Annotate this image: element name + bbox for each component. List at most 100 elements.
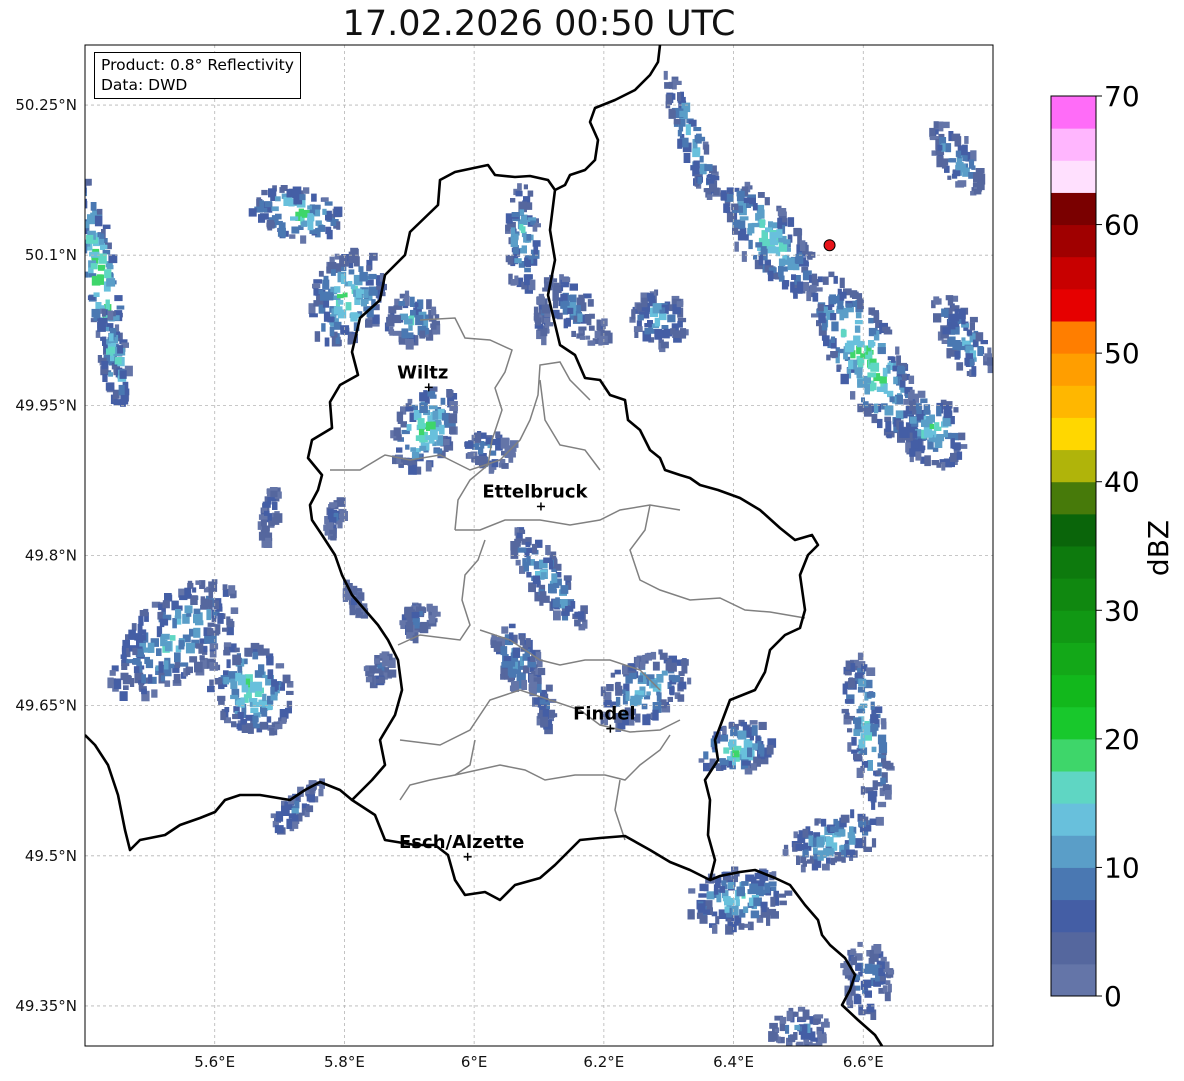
echo-pixel	[262, 519, 267, 527]
echo-pixel	[872, 780, 878, 790]
echo-pixel	[749, 223, 754, 230]
echo-pixel	[519, 634, 524, 641]
echo-pixel	[322, 279, 330, 290]
echo-pixel	[932, 447, 939, 452]
echo-pixel	[434, 314, 440, 319]
echo-pixel	[307, 216, 313, 227]
echo-pixel	[408, 464, 417, 475]
echo-pixel	[119, 370, 127, 379]
colorbar-swatch	[1051, 546, 1096, 579]
echo-pixel	[232, 654, 241, 666]
echo-pixel	[501, 626, 509, 634]
echo-pixel	[826, 857, 831, 864]
echo-pixel	[536, 683, 542, 693]
colorbar-swatch	[1051, 256, 1096, 290]
echo-pixel	[741, 760, 751, 766]
echo-pixel	[840, 814, 850, 823]
echo-pixel	[426, 299, 432, 310]
echo-pixel	[207, 628, 214, 636]
echo-pixel	[298, 208, 304, 217]
echo-pixel	[826, 354, 831, 361]
echo-pixel	[677, 694, 685, 702]
echo-pixel	[853, 995, 862, 1005]
lat-tick-label: 50.1°N	[25, 246, 77, 264]
echo-pixel	[668, 81, 673, 89]
echo-pixel	[340, 266, 347, 271]
echo-pixel	[687, 677, 692, 685]
echo-pixel	[987, 357, 993, 366]
echo-pixel	[899, 379, 906, 388]
colorbar-swatch	[1051, 481, 1096, 515]
echo-pixel	[324, 337, 330, 347]
echo-pixel	[174, 652, 181, 663]
echo-pixel	[515, 190, 523, 197]
echo-pixel	[407, 332, 414, 339]
echo-pixel	[826, 836, 834, 847]
echo-pixel	[272, 517, 280, 525]
echo-pixel	[241, 684, 249, 693]
echo-pixel	[862, 979, 872, 988]
echo-pixel	[901, 373, 907, 381]
echo-pixel	[685, 124, 691, 136]
echo-pixel	[507, 255, 514, 265]
echo-pixel	[578, 326, 587, 331]
echo-pixel	[929, 127, 936, 137]
echo-pixel	[850, 809, 855, 819]
echo-pixel	[336, 221, 341, 230]
echo-pixel	[671, 675, 681, 683]
echo-pixel	[678, 681, 687, 690]
echo-pixel	[195, 580, 202, 585]
echo-pixel	[240, 718, 248, 726]
echo-pixel	[839, 294, 845, 301]
echo-pixel	[269, 727, 275, 736]
echo-pixel	[840, 329, 847, 337]
echo-pixel	[778, 266, 784, 277]
echo-pixel	[641, 703, 648, 710]
echo-pixel	[786, 1010, 793, 1022]
echo-pixel	[561, 277, 571, 283]
echo-pixel	[797, 1016, 807, 1021]
echo-pixel	[101, 360, 109, 368]
echo-pixel	[777, 217, 783, 229]
echo-pixel	[230, 694, 239, 700]
echo-pixel	[661, 670, 668, 676]
echo-pixel	[120, 654, 127, 659]
echo-pixel	[301, 221, 308, 227]
echo-pixel	[697, 177, 702, 185]
echo-pixel	[384, 667, 389, 673]
echo-pixel	[782, 280, 790, 287]
echo-pixel	[161, 675, 166, 682]
lat-tick-label: 49.5°N	[25, 847, 77, 865]
echo-pixel	[223, 642, 232, 647]
echo-pixel	[757, 192, 765, 198]
echo-pixel	[286, 818, 293, 829]
echo-pixel	[725, 206, 731, 214]
echo-pixel	[610, 672, 616, 678]
colorbar-swatch	[1051, 706, 1096, 740]
echo-pixel	[830, 313, 837, 321]
echo-pixel	[521, 679, 527, 690]
echo-pixel	[85, 243, 88, 254]
echo-pixel	[644, 323, 652, 328]
echo-pixel	[814, 1014, 824, 1019]
echo-pixel	[260, 207, 268, 213]
echo-pixel	[99, 233, 105, 239]
echo-pixel	[348, 269, 355, 275]
colorbar-swatch	[1051, 610, 1096, 643]
echo-pixel	[120, 395, 129, 405]
echo-pixel	[143, 608, 149, 617]
echo-pixel	[561, 611, 569, 616]
echo-pixel	[764, 882, 771, 894]
echo-pixel	[764, 197, 770, 206]
echo-pixel	[231, 721, 237, 728]
echo-pixel	[625, 675, 633, 684]
echo-pixel	[877, 801, 887, 808]
echo-pixel	[941, 462, 946, 471]
echo-pixel	[330, 269, 336, 276]
echo-pixel	[398, 301, 405, 306]
echo-pixel	[639, 661, 645, 670]
echo-pixel	[141, 688, 147, 695]
echo-pixel	[560, 293, 568, 301]
colorbar-swatch	[1051, 160, 1096, 193]
echo-pixel	[406, 424, 412, 431]
